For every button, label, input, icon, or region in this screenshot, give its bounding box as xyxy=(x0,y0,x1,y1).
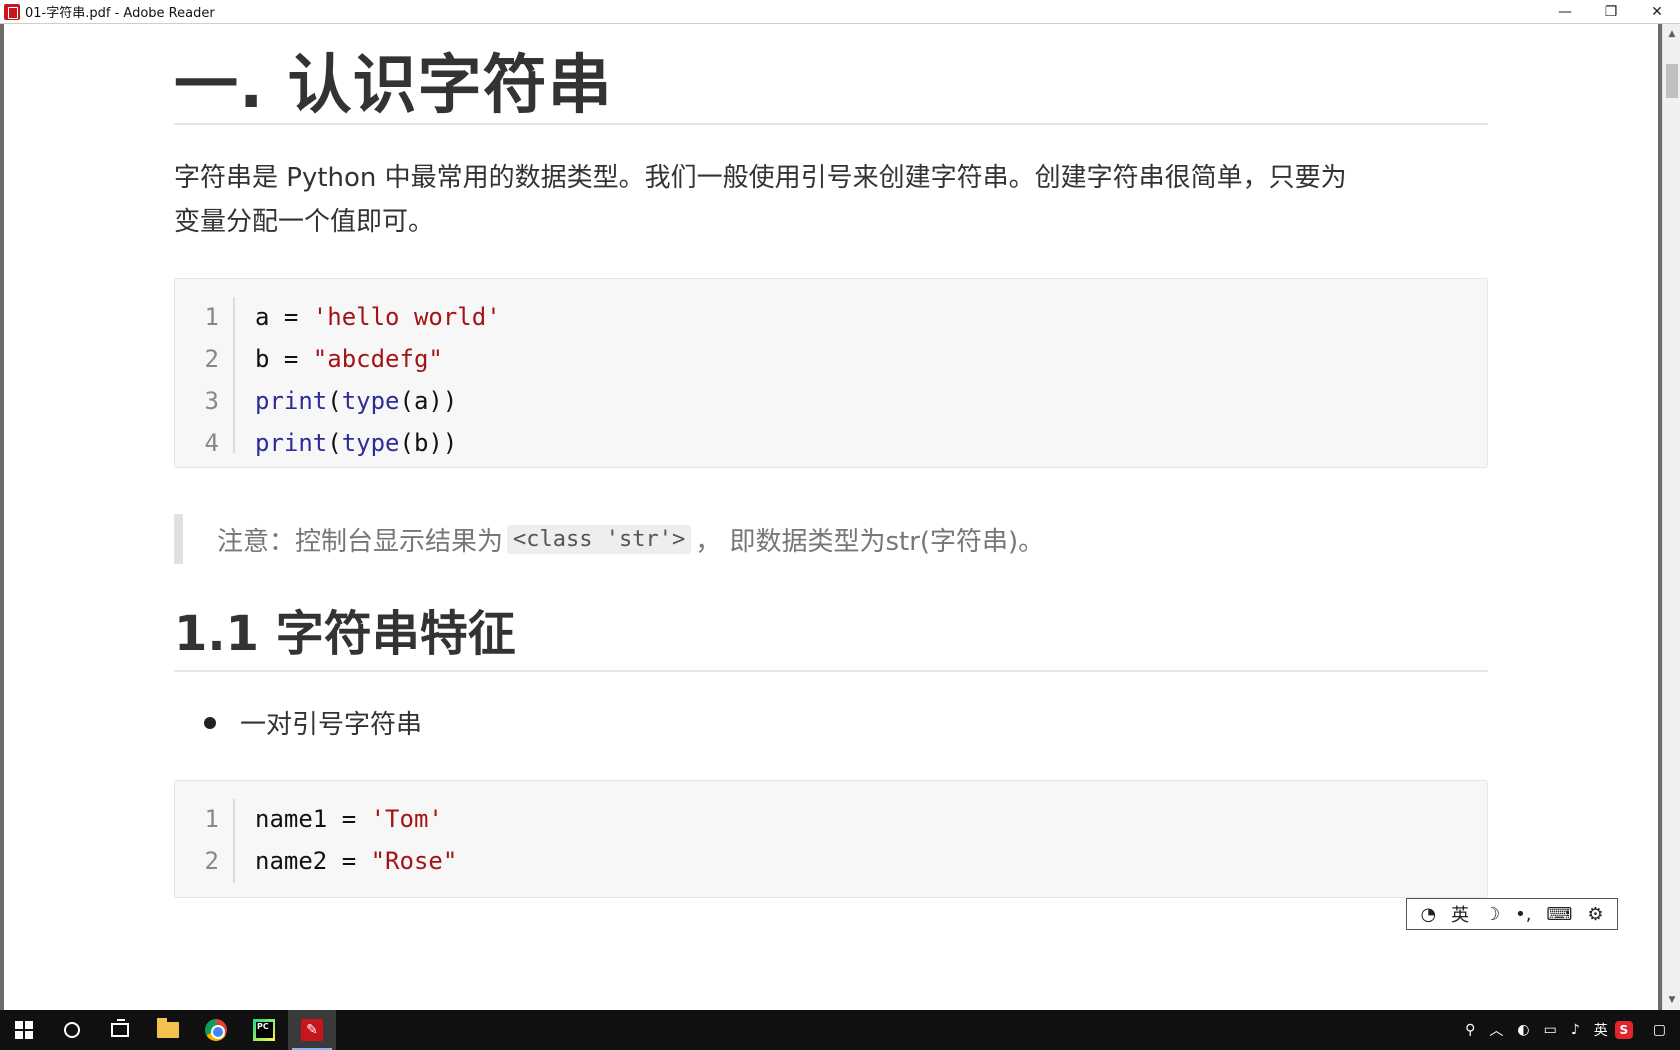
left-page-border xyxy=(0,24,4,1010)
ime-language-toggle[interactable]: 英 xyxy=(1451,901,1469,927)
title-bar: 01-字符串.pdf - Adobe Reader — ❐ ✕ xyxy=(0,0,1680,24)
sogou-ime-icon[interactable]: S xyxy=(1614,1021,1633,1039)
adobe-reader-icon xyxy=(4,3,20,20)
punctuation-icon[interactable]: •, xyxy=(1515,904,1531,925)
line-number: 3 xyxy=(204,387,219,415)
line-number: 2 xyxy=(204,345,219,373)
vertical-scrollbar[interactable]: ▲ ▼ xyxy=(1662,24,1680,1010)
taskbar: ✎ ⚲ ︿ ◐ ▭ ♪ 英 S ▢ xyxy=(0,1010,1680,1050)
code-text: name2 = xyxy=(255,847,371,875)
heading-divider xyxy=(174,123,1488,125)
folder-icon xyxy=(157,1018,179,1038)
restore-button[interactable]: ❐ xyxy=(1588,0,1634,24)
paragraph-line: 变量分配一个值即可。 xyxy=(174,207,435,237)
code-text: (a)) xyxy=(399,387,458,415)
cortana-icon xyxy=(64,1022,80,1038)
code-line: 2 b = "abcdefg" xyxy=(175,338,443,380)
string-literal: "Rose" xyxy=(370,847,458,875)
task-view-icon xyxy=(111,1019,129,1037)
line-number: 2 xyxy=(204,847,219,875)
notification-icon[interactable]: ▢ xyxy=(1653,1022,1666,1038)
note-suffix: ， 即数据类型为str(字符串)。 xyxy=(695,526,1045,557)
scroll-thumb[interactable] xyxy=(1666,64,1678,98)
volume-icon[interactable]: ♪ xyxy=(1571,1022,1580,1038)
line-number: 4 xyxy=(204,429,219,457)
gear-icon[interactable]: ⚙ xyxy=(1587,904,1603,925)
windows-icon xyxy=(15,1021,33,1039)
note-blockquote: 注意：控制台显示结果为 <class 'str'> ， 即数据类型为str(字符… xyxy=(174,514,1488,564)
adobe-reader-button[interactable]: ✎ xyxy=(288,1010,336,1050)
code-line: 1 a = 'hello world' xyxy=(175,296,501,338)
inline-code: <class 'str'> xyxy=(507,524,692,554)
line-number-gutter xyxy=(233,799,235,883)
subheading-divider xyxy=(174,670,1488,672)
code-text: ( xyxy=(327,429,342,457)
note-prefix: 注意：控制台显示结果为 xyxy=(217,526,504,557)
string-literal: "abcdefg" xyxy=(312,345,443,373)
code-text: b = xyxy=(255,345,313,373)
input-language-indicator[interactable]: 英 xyxy=(1594,1020,1608,1040)
list-item-text: 一对引号字符串 xyxy=(240,710,423,740)
close-button[interactable]: ✕ xyxy=(1634,0,1680,24)
code-text: ( xyxy=(327,387,342,415)
code-line: 2 name2 = "Rose" xyxy=(175,840,458,882)
keyword: type xyxy=(341,429,400,457)
people-icon[interactable]: ⚲ xyxy=(1465,1022,1475,1038)
acrobat-icon: ✎ xyxy=(301,1019,323,1041)
pycharm-icon xyxy=(253,1019,275,1041)
keyword: type xyxy=(341,387,400,415)
code-text: name1 = xyxy=(255,805,371,833)
code-line: 4 print(type(b)) xyxy=(175,422,458,464)
network-icon[interactable]: ▭ xyxy=(1544,1022,1557,1038)
code-text: a = xyxy=(255,303,313,331)
start-button[interactable] xyxy=(0,1010,48,1050)
pycharm-button[interactable] xyxy=(240,1010,288,1050)
page-title: 一. 认识字符串 xyxy=(174,49,613,123)
line-number: 1 xyxy=(204,805,219,833)
line-number: 1 xyxy=(204,303,219,331)
scroll-up-icon[interactable]: ▲ xyxy=(1663,26,1680,42)
chevron-up-icon[interactable]: ︿ xyxy=(1489,1020,1503,1040)
list-item: 一对引号字符串 xyxy=(204,704,422,741)
scroll-down-icon[interactable]: ▼ xyxy=(1663,992,1680,1008)
code-line: 1 name1 = 'Tom' xyxy=(175,798,443,840)
file-explorer-button[interactable] xyxy=(144,1010,192,1050)
paragraph-line: 字符串是 Python 中最常用的数据类型。我们一般使用引号来创建字符串。创建字… xyxy=(174,163,1347,193)
code-text: (b)) xyxy=(399,429,458,457)
keyword: print xyxy=(255,429,328,457)
line-number-gutter xyxy=(233,297,235,453)
window-title: 01-字符串.pdf - Adobe Reader xyxy=(25,6,215,21)
section-title: 1.1 字符串特征 xyxy=(174,606,516,662)
bullet-icon xyxy=(204,716,216,729)
chrome-icon xyxy=(205,1019,227,1041)
task-view-button[interactable] xyxy=(96,1010,144,1050)
moon-icon[interactable]: ☽ xyxy=(1484,904,1500,925)
chrome-button[interactable] xyxy=(192,1010,240,1050)
intro-paragraph: 字符串是 Python 中最常用的数据类型。我们一般使用引号来创建字符串。创建字… xyxy=(174,156,1488,244)
keyword: print xyxy=(255,387,328,415)
minimize-button[interactable]: — xyxy=(1542,0,1588,24)
code-block-2: 1 name1 = 'Tom' 2 name2 = "Rose" xyxy=(174,780,1488,898)
code-block-1: 1 a = 'hello world' 2 b = "abcdefg" 3 pr… xyxy=(174,278,1488,468)
string-literal: 'Tom' xyxy=(370,805,443,833)
keyboard-icon[interactable]: ⌨ xyxy=(1546,904,1572,925)
search-button[interactable] xyxy=(48,1010,96,1050)
color-icon[interactable]: ◐ xyxy=(1517,1022,1529,1038)
ime-logo-icon[interactable]: ◔ xyxy=(1420,904,1436,925)
system-tray: ⚲ ︿ ◐ ▭ ♪ 英 S ▢ xyxy=(1458,1010,1680,1050)
code-line: 3 print(type(a)) xyxy=(175,380,458,422)
ime-toolbar[interactable]: ◔ 英 ☽ •, ⌨ ⚙ xyxy=(1406,898,1618,930)
string-literal: 'hello world' xyxy=(312,303,501,331)
